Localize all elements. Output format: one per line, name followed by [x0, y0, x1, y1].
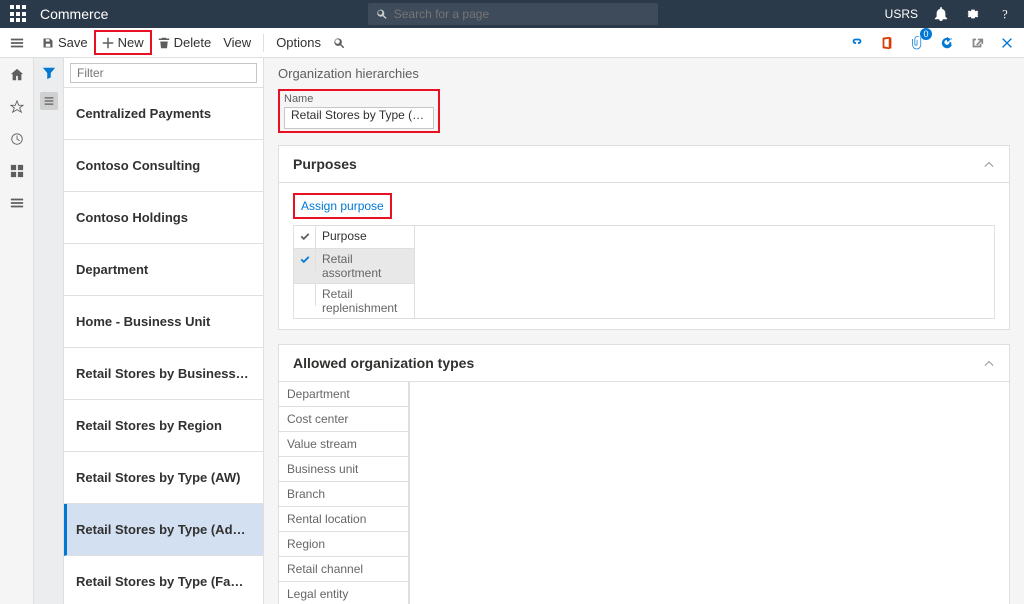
search-icon: [333, 37, 345, 49]
save-label: Save: [58, 35, 88, 50]
bell-icon[interactable]: [932, 5, 950, 23]
org-type-row[interactable]: Value stream: [279, 432, 408, 457]
org-type-row[interactable]: Legal entity: [279, 582, 408, 604]
attachment-badge: 0: [920, 28, 932, 40]
options-label: Options: [276, 35, 321, 50]
hierarchy-item[interactable]: Retail Stores by Type (Fabrik...: [64, 556, 263, 604]
hierarchy-item[interactable]: Retail Stores by Region: [64, 400, 263, 452]
topbar-right: USRS ?: [885, 5, 1014, 23]
name-input[interactable]: Retail Stores by Type (Adventur…: [284, 107, 434, 129]
hierarchy-item[interactable]: Centralized Payments: [64, 88, 263, 140]
purpose-row[interactable]: Retail replenishment: [294, 284, 414, 318]
toolbar-search-button[interactable]: [327, 34, 351, 52]
workspace: Centralized PaymentsContoso ConsultingCo…: [0, 58, 1024, 604]
org-type-row[interactable]: Branch: [279, 482, 408, 507]
help-icon[interactable]: ?: [996, 5, 1014, 23]
global-search[interactable]: [368, 3, 658, 25]
filter-rail: [34, 58, 64, 604]
hierarchy-item[interactable]: Contoso Holdings: [64, 192, 263, 244]
new-button[interactable]: New: [94, 30, 152, 55]
home-icon[interactable]: [8, 66, 26, 84]
attachments-icon[interactable]: 0: [908, 34, 926, 52]
modules-icon[interactable]: [8, 194, 26, 212]
org-type-row[interactable]: Retail channel: [279, 557, 408, 582]
office-icon[interactable]: [878, 34, 896, 52]
delete-button[interactable]: Delete: [152, 32, 218, 53]
separator: [263, 34, 264, 52]
name-label: Name: [284, 93, 434, 105]
filter-input[interactable]: [70, 63, 257, 83]
purposes-card: Purposes Assign purpose: [278, 145, 1010, 330]
hierarchy-list-pane: Centralized PaymentsContoso ConsultingCo…: [64, 58, 264, 604]
recent-icon[interactable]: [8, 130, 26, 148]
hierarchy-item[interactable]: Contoso Consulting: [64, 140, 263, 192]
detail-pane: Organization hierarchies Name Retail Sto…: [264, 58, 1024, 604]
purposes-title: Purposes: [293, 156, 357, 172]
close-icon[interactable]: [998, 34, 1016, 52]
workspaces-icon[interactable]: [8, 162, 26, 180]
hierarchy-list: Centralized PaymentsContoso ConsultingCo…: [64, 88, 263, 604]
hamburger-icon[interactable]: [8, 34, 26, 52]
purpose-checkbox[interactable]: [294, 249, 316, 271]
allowed-types-title: Allowed organization types: [293, 355, 474, 371]
app-launcher-icon[interactable]: [10, 5, 28, 23]
new-label: New: [118, 35, 144, 50]
org-type-row[interactable]: Cost center: [279, 407, 408, 432]
purpose-label: Retail replenishment: [316, 284, 414, 318]
options-button[interactable]: Options: [270, 32, 327, 53]
user-label[interactable]: USRS: [885, 7, 918, 21]
brand-title: Commerce: [40, 6, 108, 22]
global-search-input[interactable]: [394, 7, 651, 21]
toolbar-right: 0: [848, 34, 1016, 52]
hierarchy-item[interactable]: Retail Stores by Type (Advent: [64, 504, 263, 556]
svg-text:?: ?: [1002, 7, 1007, 21]
page-title: Organization hierarchies: [264, 58, 1024, 89]
org-type-row[interactable]: Rental location: [279, 507, 408, 532]
list-view-icon[interactable]: [40, 92, 58, 110]
hierarchy-item[interactable]: Retail Stores by Business Unit: [64, 348, 263, 400]
nav-rail: [0, 58, 34, 604]
view-button[interactable]: View: [217, 32, 257, 53]
gear-icon[interactable]: [964, 5, 982, 23]
popout-icon[interactable]: [968, 34, 986, 52]
hierarchy-item[interactable]: Retail Stores by Type (AW): [64, 452, 263, 504]
delete-label: Delete: [174, 35, 212, 50]
refresh-icon[interactable]: [938, 34, 956, 52]
org-type-row[interactable]: Department: [279, 382, 408, 407]
chevron-up-icon[interactable]: [983, 158, 995, 170]
command-bar: Save New Delete View Options 0: [0, 28, 1024, 58]
save-button[interactable]: Save: [36, 32, 94, 53]
link-icon[interactable]: [848, 34, 866, 52]
purpose-label: Retail assortment: [316, 249, 414, 283]
favorites-icon[interactable]: [8, 98, 26, 116]
purpose-column-label: Purpose: [316, 226, 414, 248]
purpose-checkbox[interactable]: [294, 284, 316, 306]
hierarchy-item[interactable]: Home - Business Unit: [64, 296, 263, 348]
org-type-row[interactable]: Business unit: [279, 457, 408, 482]
search-icon: [376, 8, 387, 20]
chevron-up-icon[interactable]: [983, 357, 995, 369]
check-icon: [300, 232, 310, 242]
filter-toggle-icon[interactable]: [40, 64, 58, 82]
assign-purpose-link[interactable]: Assign purpose: [295, 195, 390, 217]
allowed-types-card: Allowed organization types DepartmentCos…: [278, 344, 1010, 604]
org-type-row[interactable]: Region: [279, 532, 408, 557]
hierarchy-item[interactable]: Department: [64, 244, 263, 296]
list-filter-bar: [64, 58, 263, 88]
purpose-table-header: Purpose: [294, 226, 414, 249]
topbar: Commerce USRS ?: [0, 0, 1024, 28]
view-label: View: [223, 35, 251, 50]
purpose-row[interactable]: Retail assortment: [294, 249, 414, 284]
